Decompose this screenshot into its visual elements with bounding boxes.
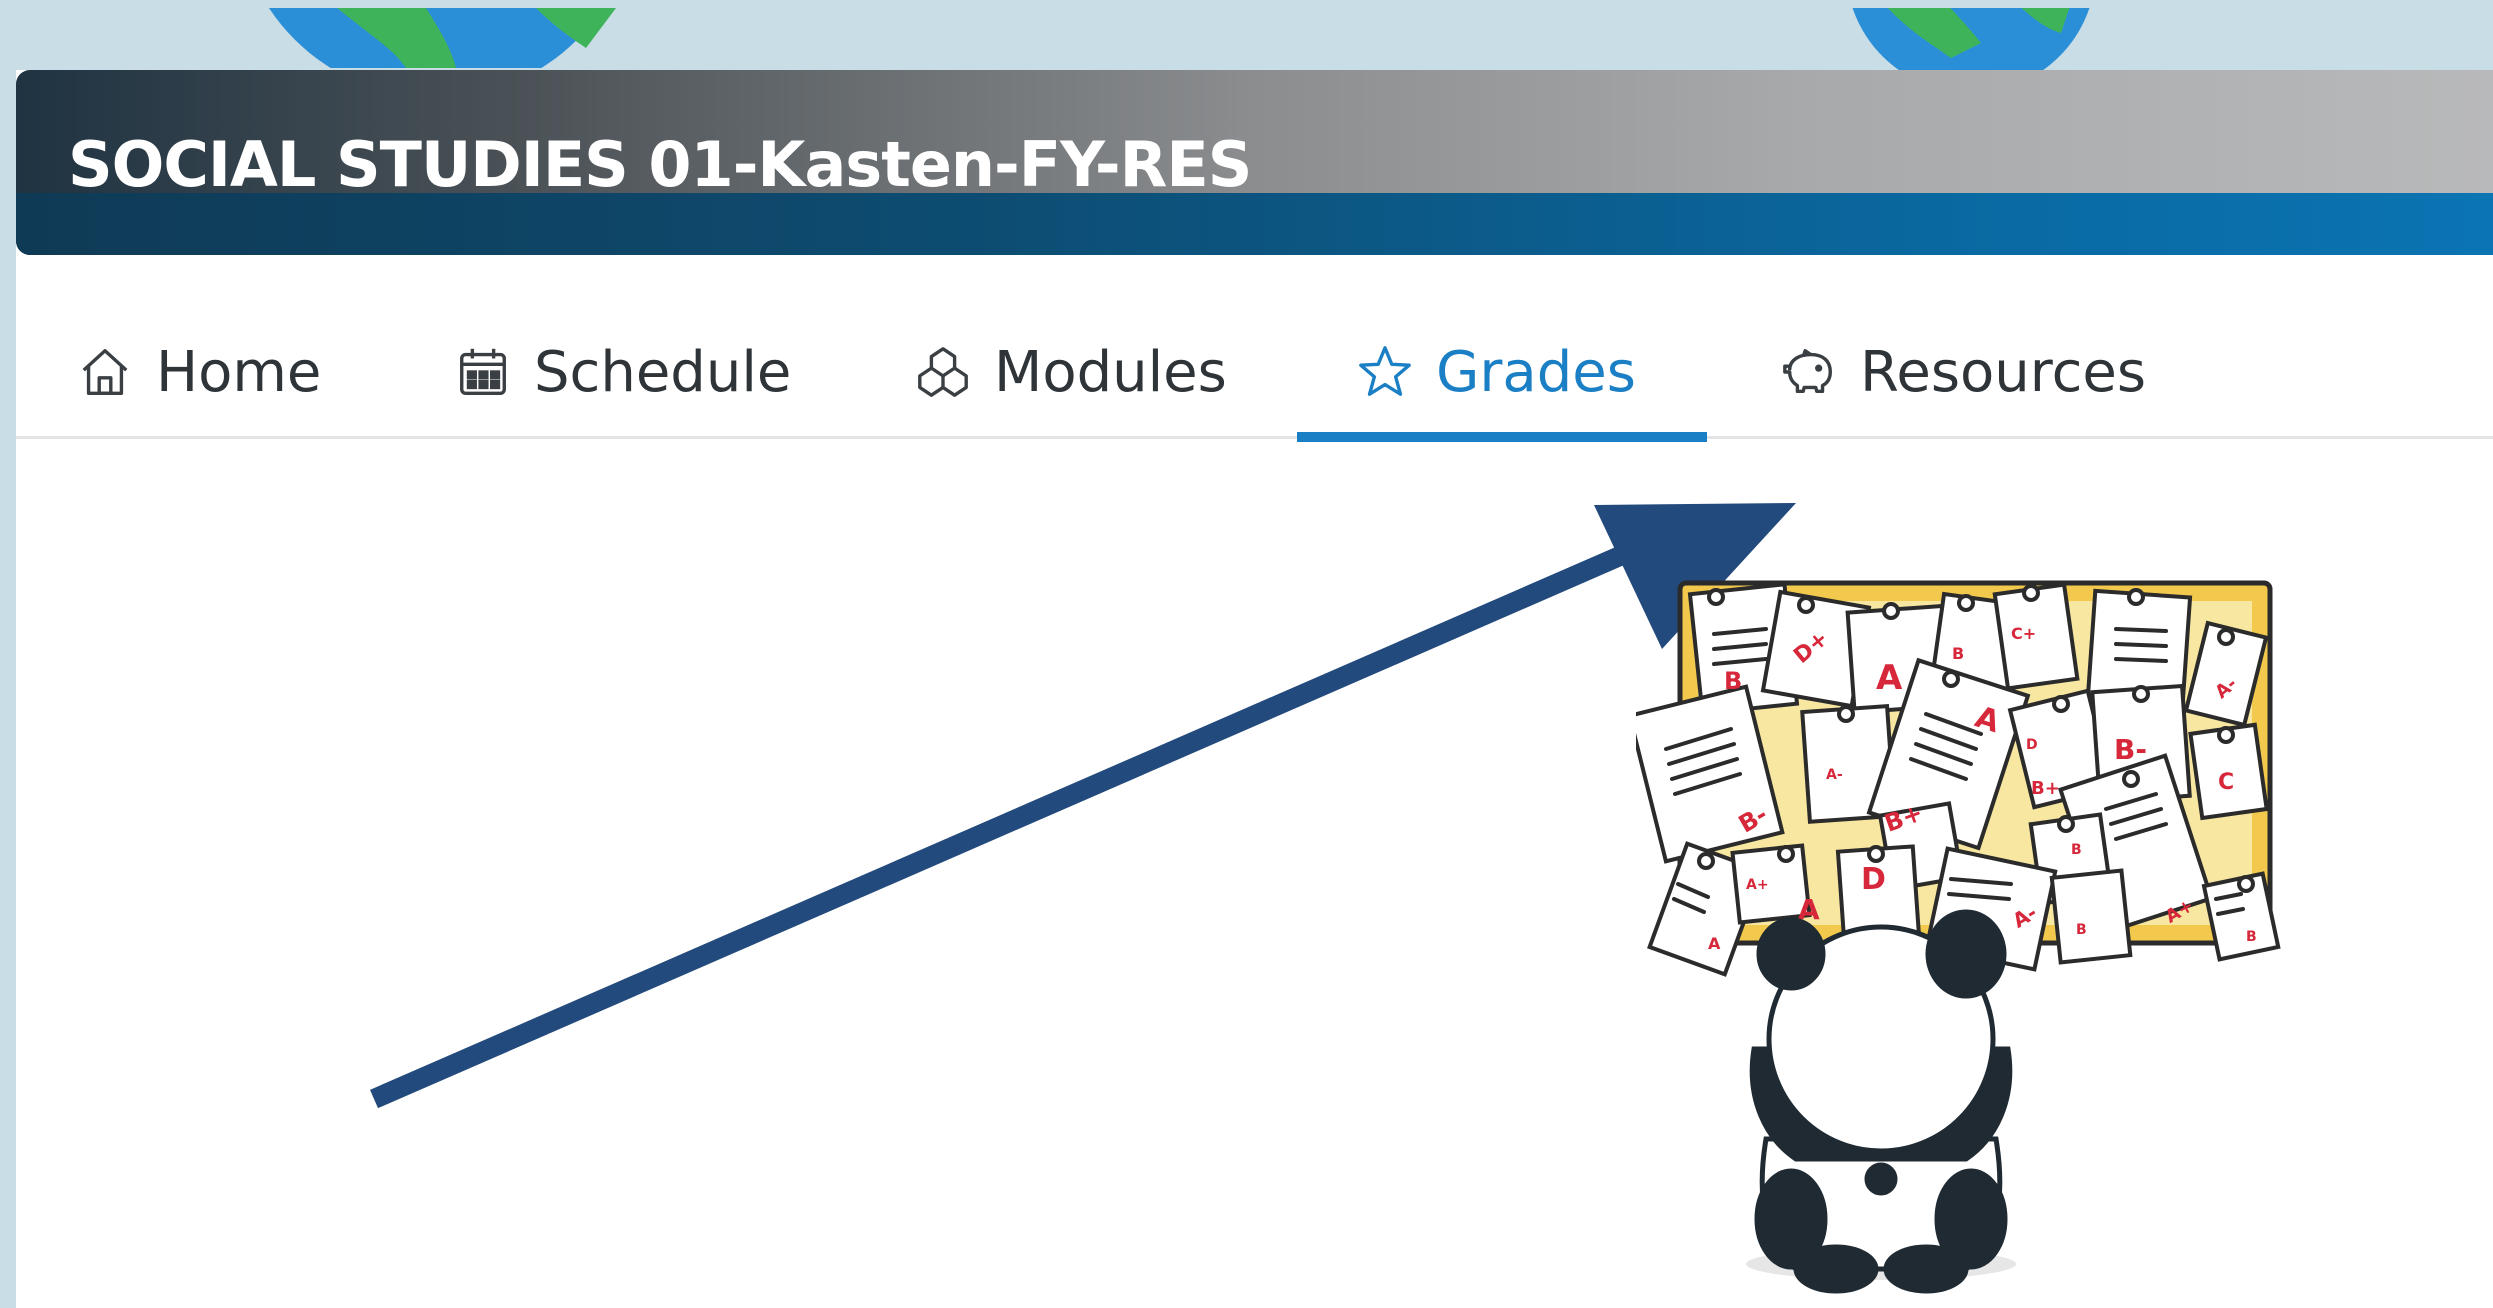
svg-text:D: D	[1861, 862, 1886, 897]
star-icon	[1359, 346, 1411, 396]
course-title: SOCIAL STUDIES 01-Kasten-FY-RES	[68, 128, 1252, 201]
piggy-bank-icon	[1783, 349, 1832, 394]
svg-text:A: A	[1876, 658, 1903, 698]
course-tabs: Home Schedule Modules Grades Resources	[16, 308, 2493, 442]
banner-stripe	[16, 193, 2493, 255]
top-decoration	[16, 8, 2493, 93]
grades-content: B D+ A B C+ A A- B- A- D B- B+ C B B+ A+…	[16, 439, 2493, 1308]
svg-text:B: B	[2076, 922, 2087, 938]
svg-text:A-: A-	[1826, 767, 1843, 783]
tab-resources[interactable]: Resources	[1780, 308, 2146, 436]
tab-resources-label: Resources	[1860, 339, 2146, 405]
tab-grades[interactable]: Grades	[1356, 308, 1636, 436]
svg-text:B: B	[1724, 667, 1742, 695]
svg-text:D: D	[2026, 737, 2038, 753]
svg-text:B: B	[2071, 842, 2082, 858]
tab-schedule[interactable]: Schedule	[454, 308, 791, 436]
tab-modules[interactable]: Modules	[914, 308, 1227, 436]
svg-text:B-: B-	[2114, 733, 2147, 766]
svg-text:B: B	[1952, 644, 1964, 663]
calendar-icon	[460, 348, 506, 395]
svg-text:C: C	[2218, 770, 2234, 795]
tab-modules-label: Modules	[994, 339, 1227, 405]
svg-text:A+: A+	[1746, 877, 1769, 893]
home-icon	[82, 349, 128, 395]
tab-home-label: Home	[156, 339, 322, 405]
tab-grades-label: Grades	[1436, 339, 1636, 405]
svg-text:B: B	[2246, 929, 2257, 945]
tab-schedule-label: Schedule	[534, 339, 792, 405]
course-banner: SOCIAL STUDIES 01-Kasten-FY-RES	[16, 70, 2493, 255]
modules-icon	[918, 347, 968, 397]
svg-text:C+: C+	[2011, 624, 2036, 643]
grades-empty-illustration: B D+ A B C+ A A- B- A- D B- B+ C B B+ A+…	[1636, 580, 2281, 1294]
tab-home[interactable]: Home	[76, 308, 321, 436]
svg-text:B+: B+	[2031, 778, 2060, 799]
globe-left-icon	[269, 8, 616, 68]
svg-text:A: A	[1708, 934, 1721, 953]
page: SOCIAL STUDIES 01-Kasten-FY-RES Home Sch…	[16, 8, 2493, 1308]
